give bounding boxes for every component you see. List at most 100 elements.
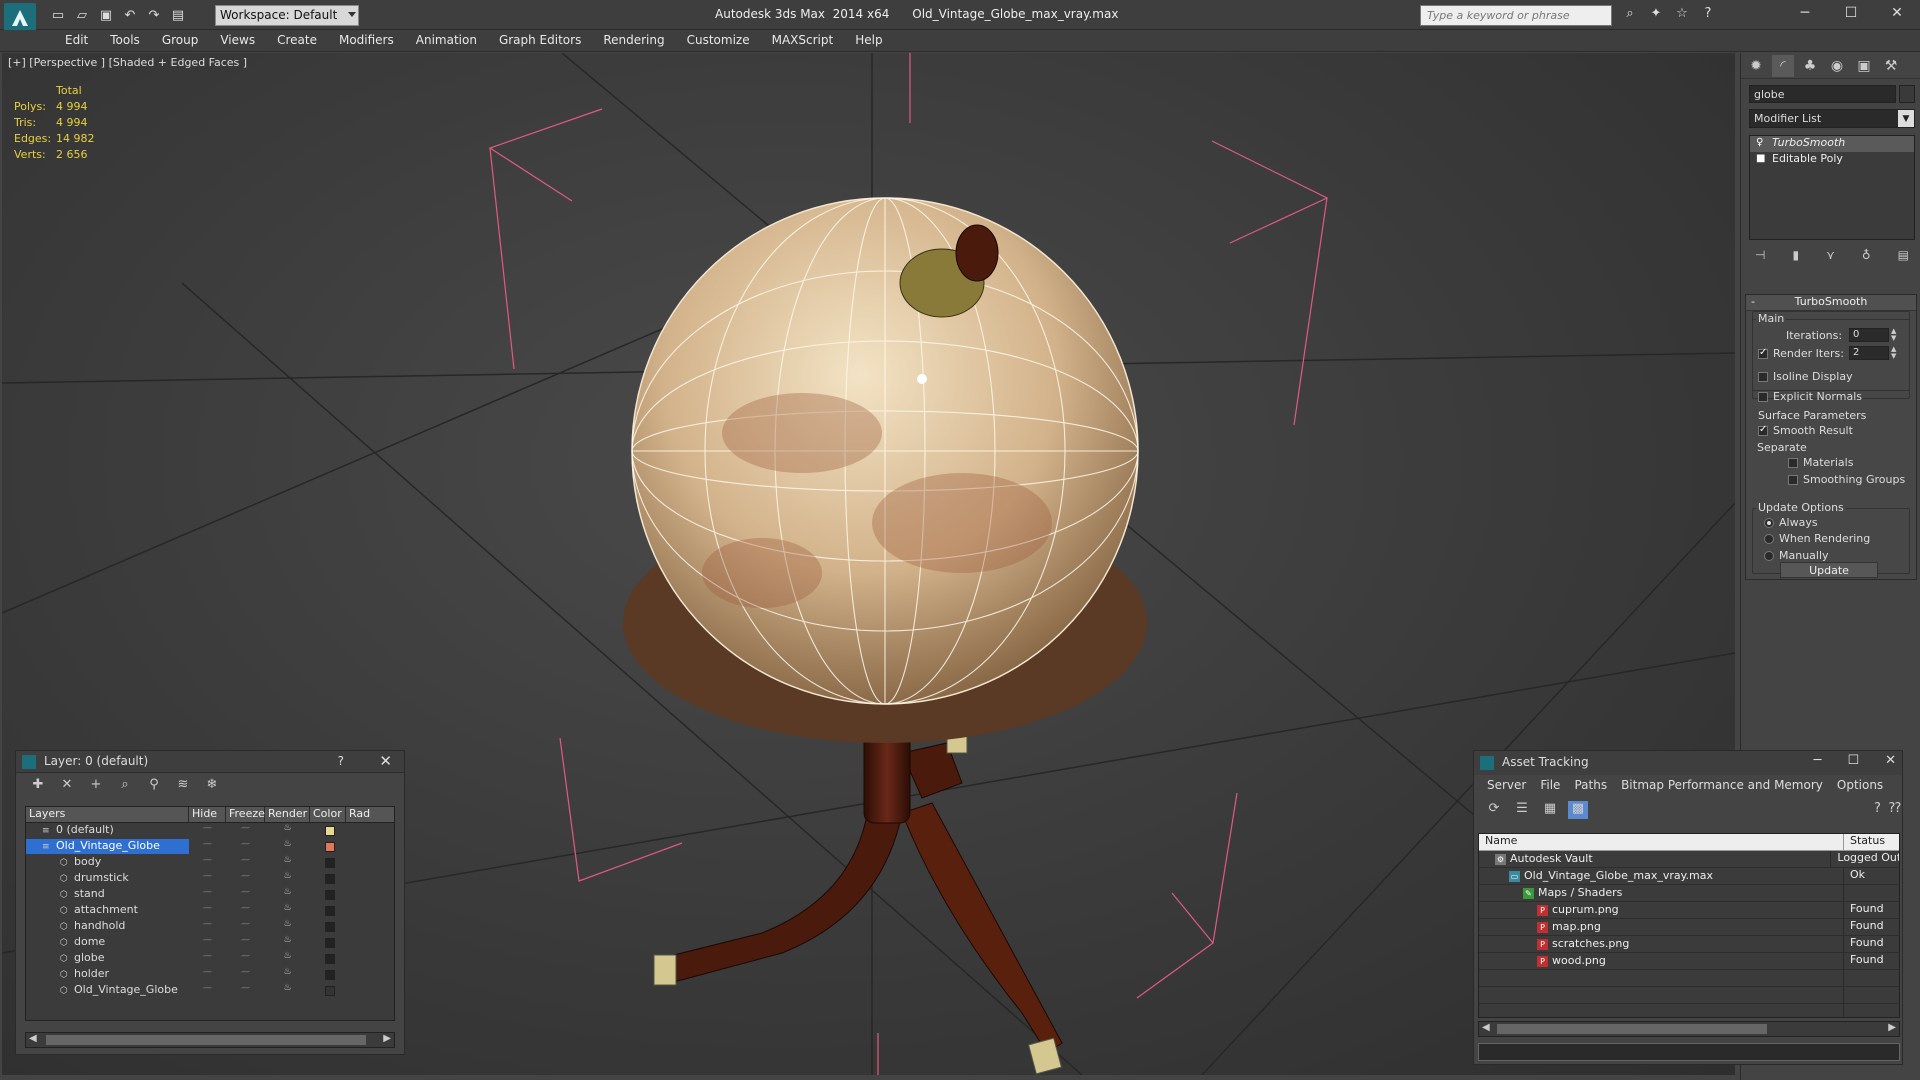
layer-row[interactable]: ⬡ body — — ♨ (26, 855, 394, 871)
menu-create[interactable]: Create (266, 30, 328, 51)
layer-row[interactable]: ⬡ Old_Vintage_Globe — — ♨ (26, 983, 394, 999)
col-hide[interactable]: Hide (189, 807, 226, 822)
hide-toggle[interactable]: — (189, 823, 226, 839)
freeze-toggle[interactable]: — (226, 887, 265, 903)
asset-row[interactable]: Pmap.png Found (1479, 919, 1899, 936)
asset-row[interactable]: Pcuprum.png Found (1479, 902, 1899, 919)
render-teapot-icon[interactable]: ♨ (265, 855, 310, 871)
menu-tools[interactable]: Tools (99, 30, 151, 51)
remove-modifier-icon[interactable]: ♁ (1862, 248, 1871, 268)
hide-toggle[interactable]: — (189, 935, 226, 951)
layer-color-swatch[interactable] (325, 986, 335, 996)
lightbulb-icon[interactable]: ♀ (1756, 138, 1764, 148)
configure-sets-icon[interactable]: ▤ (1898, 248, 1909, 268)
when-rendering-radio[interactable] (1764, 534, 1774, 544)
menu-edit[interactable]: Edit (54, 30, 99, 51)
communication-center-icon[interactable]: ✦ (1646, 6, 1666, 24)
freeze-toggle[interactable]: — (226, 903, 265, 919)
hide-toggle[interactable]: — (189, 903, 226, 919)
asset-window-titlebar[interactable]: Asset Tracking ─ ☐ ✕ (1474, 751, 1902, 775)
utilities-tab-icon[interactable]: ⚒ (1880, 55, 1902, 77)
create-tab-icon[interactable]: ✹ (1745, 55, 1767, 77)
explicit-normals-checkbox[interactable] (1758, 392, 1768, 402)
freeze-toggle[interactable]: — (226, 967, 265, 983)
add-to-layer-icon[interactable]: + (86, 777, 106, 795)
new-file-icon[interactable]: ▭ (48, 6, 68, 24)
app-logo-button[interactable] (4, 3, 36, 33)
menu-server[interactable]: Server (1480, 775, 1533, 797)
redo-icon[interactable]: ↷ (144, 6, 164, 24)
col-freeze[interactable]: Freeze (226, 807, 265, 822)
freeze-toggle[interactable]: — (226, 919, 265, 935)
layer-row[interactable]: ⬡ attachment — — ♨ (26, 903, 394, 919)
open-file-icon[interactable]: ▱ (72, 6, 92, 24)
layer-row[interactable]: ≡ Old_Vintage_Globe — — ♨ (26, 839, 394, 855)
workspace-dropdown[interactable]: Workspace: Default (215, 5, 359, 26)
minimize-button[interactable]: ─ (1814, 753, 1822, 768)
manually-radio[interactable] (1764, 551, 1774, 561)
layer-color-swatch[interactable] (325, 906, 335, 916)
show-end-result-icon[interactable]: ▮ (1792, 248, 1799, 268)
object-color-swatch[interactable] (1899, 85, 1915, 103)
menu-graph-editors[interactable]: Graph Editors (488, 30, 592, 51)
materials-checkbox[interactable] (1788, 458, 1798, 468)
menu-maxscript[interactable]: MAXScript (761, 30, 845, 51)
table-view-icon[interactable]: ▦ (1540, 801, 1560, 819)
refresh-icon[interactable]: ⟳ (1484, 801, 1504, 819)
rollout-header[interactable]: - TurboSmooth (1746, 295, 1916, 311)
binoculars-icon[interactable]: ⌕ (1620, 6, 1640, 24)
hide-toggle[interactable]: — (189, 839, 226, 855)
always-radio[interactable] (1764, 518, 1774, 528)
scroll-right-icon[interactable]: ▶ (383, 1033, 391, 1044)
asset-row[interactable]: Pscratches.png Found (1479, 936, 1899, 953)
select-objects-icon[interactable]: ⌕ (115, 777, 135, 795)
scroll-left-icon[interactable]: ◀ (29, 1033, 37, 1044)
make-unique-icon[interactable]: ⋎ (1826, 248, 1835, 268)
horizontal-scrollbar[interactable]: ◀ ▶ (25, 1032, 395, 1048)
maximize-button[interactable]: ☐ (1847, 753, 1859, 768)
delete-layer-icon[interactable]: ✕ (57, 777, 77, 795)
asset-row[interactable]: ✎ Maps / Shaders (1479, 885, 1899, 902)
render-teapot-icon[interactable]: ♨ (265, 887, 310, 903)
hide-toggle[interactable]: — (189, 855, 226, 871)
close-button[interactable]: ✕ (1874, 0, 1920, 26)
menu-customize[interactable]: Customize (676, 30, 761, 51)
menu-rendering[interactable]: Rendering (592, 30, 675, 51)
save-file-icon[interactable]: ▣ (96, 6, 116, 24)
update-button[interactable]: Update (1780, 562, 1878, 578)
layer-color-swatch[interactable] (325, 826, 335, 836)
render-teapot-icon[interactable]: ♨ (265, 839, 310, 855)
layer-color-swatch[interactable] (325, 874, 335, 884)
maximize-button[interactable]: ☐ (1828, 0, 1874, 26)
modifier-list-dropdown[interactable]: Modifier List ▼ (1749, 109, 1915, 128)
grid-view-icon[interactable]: ▩ (1568, 801, 1588, 819)
menu-file[interactable]: File (1533, 775, 1567, 797)
asset-row[interactable]: Pwood.png Found (1479, 953, 1899, 970)
scroll-thumb[interactable] (46, 1035, 366, 1045)
layer-row[interactable]: ≡ 0 (default) — — ♨ (26, 823, 394, 839)
freeze-toggle[interactable]: — (226, 855, 265, 871)
freeze-toggle[interactable]: — (226, 983, 265, 999)
freeze-toggle[interactable]: — (226, 871, 265, 887)
render-teapot-icon[interactable]: ♨ (265, 919, 310, 935)
asset-row[interactable]: ⚙ Autodesk Vault Logged Out (1479, 851, 1899, 868)
help-button[interactable]: ? (338, 754, 344, 768)
render-teapot-icon[interactable]: ♨ (265, 983, 310, 999)
layer-color-swatch[interactable] (325, 890, 335, 900)
menu-views[interactable]: Views (209, 30, 266, 51)
project-folder-icon[interactable]: ▤ (168, 6, 188, 24)
hide-toggle[interactable]: — (189, 871, 226, 887)
col-color[interactable]: Color (310, 807, 346, 822)
undo-icon[interactable]: ↶ (120, 6, 140, 24)
render-teapot-icon[interactable]: ♨ (265, 935, 310, 951)
layer-row[interactable]: ⬡ dome — — ♨ (26, 935, 394, 951)
pin-stack-icon[interactable]: ⊣ (1755, 248, 1765, 268)
layer-color-swatch[interactable] (325, 858, 335, 868)
hide-all-layers-icon[interactable]: ≋ (173, 777, 193, 795)
layer-color-swatch[interactable] (325, 842, 335, 852)
render-teapot-icon[interactable]: ♨ (265, 871, 310, 887)
freeze-toggle[interactable]: — (226, 839, 265, 855)
col-layers[interactable]: Layers (26, 807, 189, 822)
col-radiosity[interactable]: Rad (346, 807, 376, 822)
render-teapot-icon[interactable]: ♨ (265, 903, 310, 919)
